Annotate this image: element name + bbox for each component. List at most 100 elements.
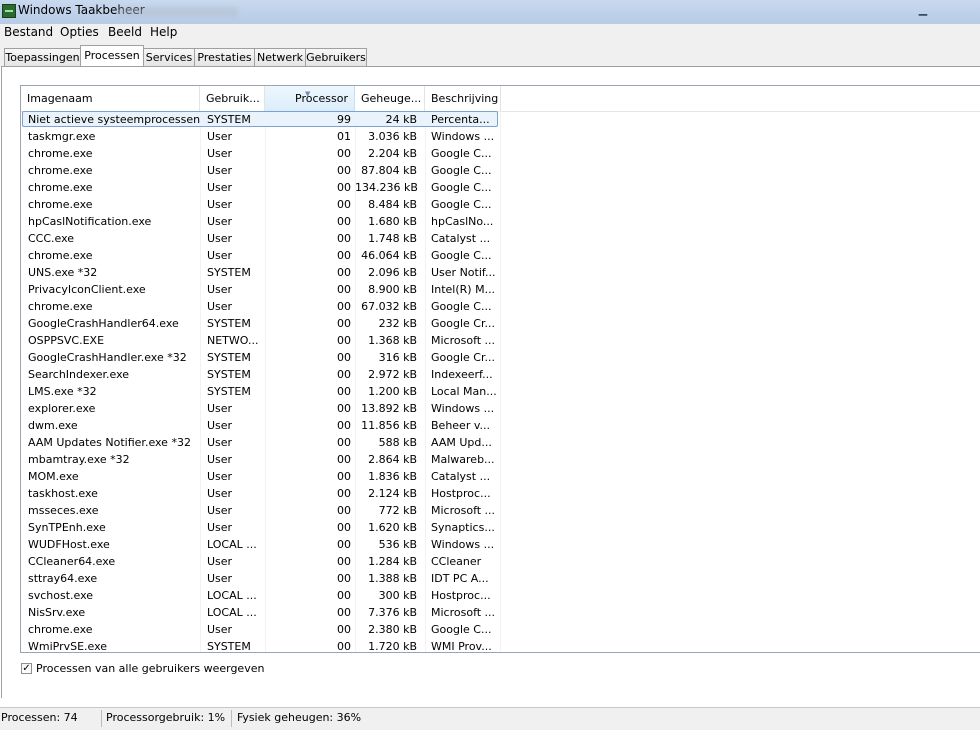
table-row[interactable]: sttray64.exe User 00 1.388 kB IDT PC A... bbox=[21, 570, 980, 587]
process-list[interactable]: Imagenaam Gebruik... ▼ Processor Geheuge… bbox=[20, 85, 980, 653]
table-row[interactable]: SearchIndexer.exe SYSTEM 00 2.972 kB Indexee… bbox=[21, 366, 980, 383]
column-header-memory[interactable]: Geheuge... bbox=[355, 86, 425, 111]
tab-toepassingen[interactable]: Toepassingen bbox=[4, 48, 81, 66]
cell-processor: 00 bbox=[337, 538, 351, 551]
table-row[interactable]: Niet actieve systeemprocessen SYSTEM 99 24 … bbox=[21, 111, 980, 128]
cell-description: Hostproc... bbox=[431, 589, 491, 602]
table-row[interactable]: MOM.exe User 00 1.836 kB Catalyst ... bbox=[21, 468, 980, 485]
cell-imagename: chrome.exe bbox=[28, 164, 93, 177]
cell-description: Microsoft ... bbox=[431, 504, 496, 517]
cell-memory: 2.864 kB bbox=[368, 453, 417, 466]
cell-imagename: chrome.exe bbox=[28, 198, 93, 211]
table-row[interactable]: CCC.exe User 00 1.748 kB Catalyst ... bbox=[21, 230, 980, 247]
table-row[interactable]: taskhost.exe User 00 2.124 kB Hostproc... bbox=[21, 485, 980, 502]
cell-processor: 00 bbox=[337, 232, 351, 245]
cell-memory: 1.368 kB bbox=[368, 334, 417, 347]
table-row[interactable]: chrome.exe User 00 2.204 kB Google C... bbox=[21, 145, 980, 162]
table-row[interactable]: chrome.exe User 00 8.484 kB Google C... bbox=[21, 196, 980, 213]
tab-netwerk[interactable]: Netwerk bbox=[254, 48, 306, 66]
cell-imagename: hpCaslNotification.exe bbox=[28, 215, 152, 228]
column-header-description[interactable]: Beschrijving bbox=[425, 86, 501, 111]
table-row[interactable]: SynTPEnh.exe User 00 1.620 kB Synaptics... bbox=[21, 519, 980, 536]
cell-memory: 2.972 kB bbox=[368, 368, 417, 381]
cell-user: User bbox=[207, 249, 233, 262]
table-row[interactable]: chrome.exe User 00 134.236 kB Google C... bbox=[21, 179, 980, 196]
cell-description: Windows ... bbox=[431, 402, 495, 415]
cell-processor: 00 bbox=[337, 181, 351, 194]
table-row[interactable]: WUDFHost.exe LOCAL ... 00 536 kB Windows ... bbox=[21, 536, 980, 553]
cell-processor: 01 bbox=[337, 130, 351, 143]
cell-imagename: msseces.exe bbox=[28, 504, 99, 517]
tab-processen[interactable]: Processen bbox=[80, 45, 144, 67]
cell-description: Google C... bbox=[431, 164, 492, 177]
cell-description: Catalyst ... bbox=[431, 470, 491, 483]
cell-user: SYSTEM bbox=[207, 351, 251, 364]
cell-imagename: sttray64.exe bbox=[28, 572, 98, 585]
table-row[interactable]: chrome.exe User 00 67.032 kB Google C... bbox=[21, 298, 980, 315]
table-row[interactable]: dwm.exe User 00 11.856 kB Beheer v... bbox=[21, 417, 980, 434]
table-row[interactable]: PrivacyIconClient.exe User 00 8.900 kB Intel… bbox=[21, 281, 980, 298]
cell-memory: 1.388 kB bbox=[368, 572, 417, 585]
task-manager-icon bbox=[2, 4, 16, 18]
cell-user: NETWO... bbox=[207, 334, 259, 347]
table-row[interactable]: OSPPSVC.EXE NETWO... 00 1.368 kB Microsoft .… bbox=[21, 332, 980, 349]
cell-memory: 1.836 kB bbox=[368, 470, 417, 483]
table-row[interactable]: msseces.exe User 00 772 kB Microsoft ... bbox=[21, 502, 980, 519]
cell-description: Intel(R) M... bbox=[431, 283, 496, 296]
cell-processor: 00 bbox=[337, 266, 351, 279]
title-bar: Windows Taakbeheer ▁ bbox=[0, 0, 980, 25]
cell-imagename: AAM Updates Notifier.exe *32 bbox=[28, 436, 191, 449]
tab-services[interactable]: Services bbox=[143, 48, 195, 66]
table-row[interactable]: mbamtray.exe *32 User 00 2.864 kB Malwareb..… bbox=[21, 451, 980, 468]
table-row[interactable]: GoogleCrashHandler64.exe SYSTEM 00 232 kB Go… bbox=[21, 315, 980, 332]
cell-imagename: GoogleCrashHandler64.exe bbox=[28, 317, 179, 330]
table-row[interactable]: WmiPrvSE.exe SYSTEM 00 1.720 kB WMI Prov... bbox=[21, 638, 980, 653]
table-row[interactable]: AAM Updates Notifier.exe *32 User 00 588 kB… bbox=[21, 434, 980, 451]
menu-beeld[interactable]: Beeld bbox=[108, 25, 142, 39]
column-header-processor[interactable]: ▼ Processor bbox=[265, 86, 355, 111]
tab-gebruikers[interactable]: Gebruikers bbox=[305, 48, 367, 66]
cell-processor: 00 bbox=[337, 589, 351, 602]
cell-imagename: NisSrv.exe bbox=[28, 606, 86, 619]
table-row[interactable]: UNS.exe *32 SYSTEM 00 2.096 kB User Notif... bbox=[21, 264, 980, 281]
cell-imagename: WmiPrvSE.exe bbox=[28, 640, 108, 653]
cell-user: SYSTEM bbox=[207, 640, 251, 653]
table-row[interactable]: NisSrv.exe LOCAL ... 00 7.376 kB Microsoft .… bbox=[21, 604, 980, 621]
cell-processor: 00 bbox=[337, 521, 351, 534]
cell-memory: 24 kB bbox=[385, 113, 417, 126]
table-row[interactable]: LMS.exe *32 SYSTEM 00 1.200 kB Local Man... bbox=[21, 383, 980, 400]
cell-imagename: PrivacyIconClient.exe bbox=[28, 283, 146, 296]
cell-description: Google Cr... bbox=[431, 317, 495, 330]
cell-processor: 00 bbox=[337, 317, 351, 330]
cell-processor: 00 bbox=[337, 606, 351, 619]
table-row[interactable]: chrome.exe User 00 46.064 kB Google C... bbox=[21, 247, 980, 264]
table-row[interactable]: GoogleCrashHandler.exe *32 SYSTEM 00 316 kB… bbox=[21, 349, 980, 366]
minimize-icon[interactable]: ▁ bbox=[910, 2, 936, 18]
cell-imagename: chrome.exe bbox=[28, 181, 93, 194]
table-row[interactable]: explorer.exe User 00 13.892 kB Windows ... bbox=[21, 400, 980, 417]
column-header-imagename[interactable]: Imagenaam bbox=[21, 86, 200, 111]
cell-memory: 2.380 kB bbox=[368, 623, 417, 636]
cell-imagename: SearchIndexer.exe bbox=[28, 368, 130, 381]
table-row[interactable]: svchost.exe LOCAL ... 00 300 kB Hostproc... bbox=[21, 587, 980, 604]
cell-user: User bbox=[207, 198, 233, 211]
tab-prestaties[interactable]: Prestaties bbox=[194, 48, 255, 66]
cell-processor: 00 bbox=[337, 470, 351, 483]
table-row[interactable]: chrome.exe User 00 87.804 kB Google C... bbox=[21, 162, 980, 179]
table-row[interactable]: hpCaslNotification.exe User 00 1.680 kB hpCa… bbox=[21, 213, 980, 230]
cell-description: Microsoft ... bbox=[431, 606, 496, 619]
show-all-users-checkbox[interactable]: ✓ bbox=[21, 663, 32, 674]
menu-opties[interactable]: Opties bbox=[60, 25, 99, 39]
cell-imagename: MOM.exe bbox=[28, 470, 79, 483]
table-row[interactable]: taskmgr.exe User 01 3.036 kB Windows ... bbox=[21, 128, 980, 145]
column-header-user[interactable]: Gebruik... bbox=[200, 86, 265, 111]
menu-bestand[interactable]: Bestand bbox=[4, 25, 53, 39]
table-row[interactable]: chrome.exe User 00 2.380 kB Google C... bbox=[21, 621, 980, 638]
cell-imagename: mbamtray.exe *32 bbox=[28, 453, 130, 466]
cell-processor: 00 bbox=[337, 419, 351, 432]
cell-user: User bbox=[207, 283, 233, 296]
column-header-processor-label: Processor bbox=[295, 92, 348, 105]
list-header: Imagenaam Gebruik... ▼ Processor Geheuge… bbox=[21, 86, 980, 112]
menu-help[interactable]: Help bbox=[150, 25, 177, 39]
table-row[interactable]: CCleaner64.exe User 00 1.284 kB CCleaner bbox=[21, 553, 980, 570]
